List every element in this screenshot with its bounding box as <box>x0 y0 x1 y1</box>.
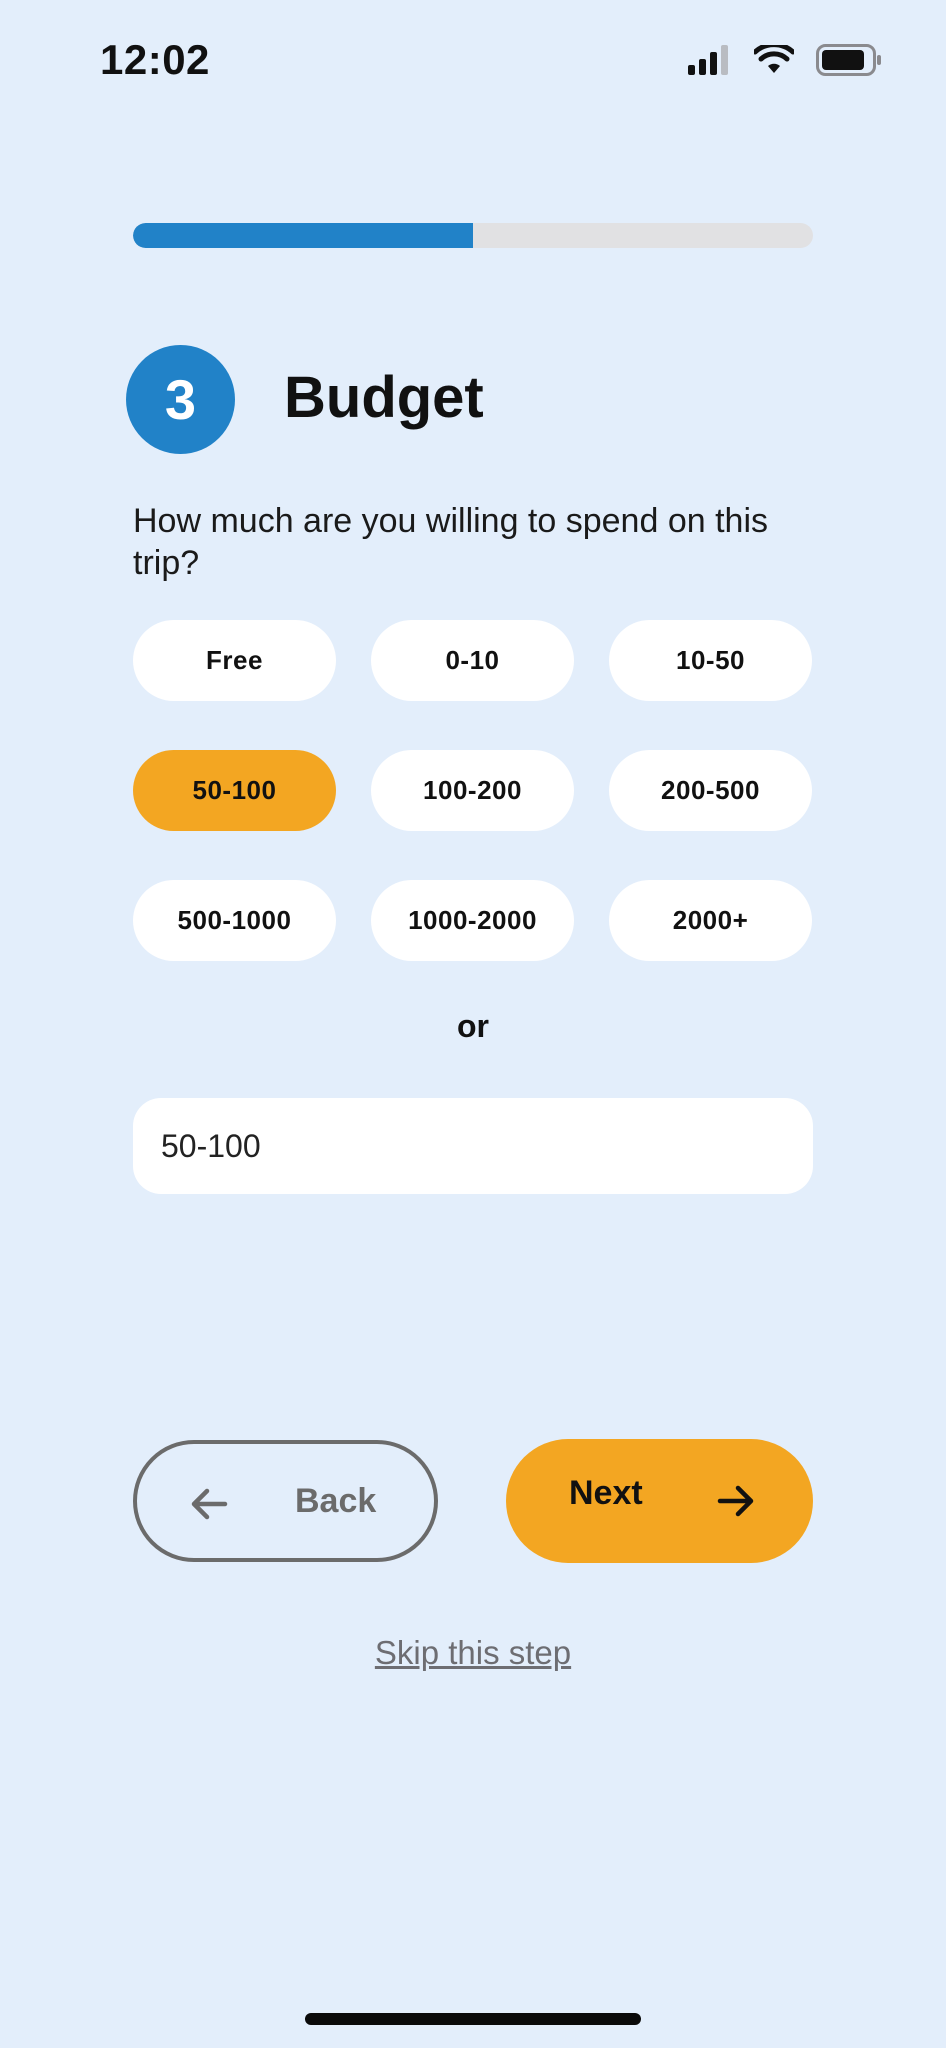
next-button-label: Next <box>569 1474 643 1512</box>
step-title: Budget <box>284 365 484 430</box>
budget-option-200-500[interactable]: 200-500 <box>609 750 812 831</box>
status-bar: 12:02 <box>0 0 946 120</box>
home-indicator <box>305 2013 641 2025</box>
wifi-icon <box>752 42 796 80</box>
budget-option-100-200[interactable]: 100-200 <box>371 750 574 831</box>
arrow-right-icon <box>716 1481 756 1530</box>
next-button[interactable]: Next <box>506 1439 813 1563</box>
budget-option-10-50[interactable]: 10-50 <box>609 620 812 701</box>
step-number-badge: 3 <box>126 345 235 454</box>
back-button[interactable]: Back <box>133 1440 438 1562</box>
progress-bar <box>133 223 813 248</box>
battery-icon <box>816 44 882 81</box>
budget-question: How much are you willing to spend on thi… <box>133 502 768 582</box>
budget-option-1000-2000[interactable]: 1000-2000 <box>371 880 574 961</box>
budget-option-free[interactable]: Free <box>133 620 336 701</box>
back-button-label: Back <box>295 1482 377 1520</box>
custom-budget-input[interactable] <box>133 1098 813 1194</box>
progress-bar-fill <box>133 223 473 248</box>
budget-options-grid: Free 0-10 10-50 50-100 100-200 200-500 5… <box>133 620 813 961</box>
status-icons <box>688 42 882 81</box>
budget-option-500-1000[interactable]: 500-1000 <box>133 880 336 961</box>
status-time: 12:02 <box>100 36 210 83</box>
budget-option-0-10[interactable]: 0-10 <box>371 620 574 701</box>
budget-option-50-100[interactable]: 50-100 <box>133 750 336 831</box>
skip-step-link[interactable]: Skip this step <box>0 1634 946 1672</box>
cellular-signal-icon <box>688 45 732 80</box>
budget-option-2000-plus[interactable]: 2000+ <box>609 880 812 961</box>
arrow-left-icon <box>189 1484 229 1533</box>
or-separator: or <box>457 1008 489 1044</box>
